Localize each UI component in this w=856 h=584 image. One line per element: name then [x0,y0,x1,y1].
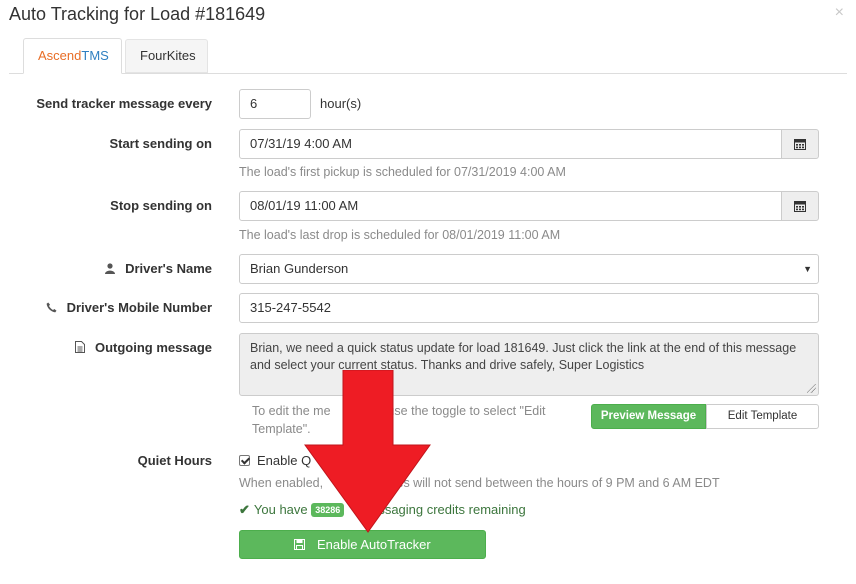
stop-date-input[interactable]: 08/01/19 11:00 AM [239,191,782,221]
start-date-input[interactable]: 07/31/19 4:00 AM [239,129,782,159]
tab-tms-text: TMS [81,48,109,63]
close-icon[interactable]: × [835,4,844,22]
document-icon [75,340,89,355]
quiet-hours-label: Quiet Hours [137,453,212,468]
tab-fourkites[interactable]: FourKites [125,39,208,73]
user-icon [105,261,119,276]
modal-title: Auto Tracking for Load #181649 [9,4,266,24]
tab-ascendtms[interactable]: AscendTMS [23,38,122,74]
tab-divider [9,73,847,74]
driver-phone-input[interactable]: 315-247-5542 [239,293,819,323]
credits-before: You have [253,502,308,517]
quiet-hours-checkbox[interactable] [239,455,250,466]
enable-autotracker-label: Enable AutoTracker [316,537,431,552]
enable-autotracker-button[interactable]: Enable AutoTracker [239,530,486,559]
outgoing-message-text: Brian, we need a quick status update for… [250,341,797,372]
quiet-hours-help: When enabled, ssages will not send betwee… [239,476,720,490]
start-label: Start sending on [109,136,212,151]
outgoing-help-before: To edit the me [252,404,331,418]
interval-label: Send tracker message every [36,96,212,111]
stop-help: The load's last drop is scheduled for 08… [239,228,561,242]
chevron-down-icon: ▼ [803,264,812,274]
preview-message-button[interactable]: Preview Message [591,404,706,429]
driver-phone-label-row: Driver's Mobile Number [0,300,212,315]
interval-input[interactable]: 6 [239,89,311,119]
quiet-hours-checkbox-label: Enable Q [257,453,312,468]
interval-unit: hour(s) [320,96,362,111]
driver-name-label-row: Driver's Name [0,261,212,276]
calendar-icon [794,201,806,212]
driver-name-value: Brian Gunderson [250,261,349,276]
quiet-help-after: ssages will not send between the hours o… [370,476,720,490]
save-icon [294,537,309,552]
outgoing-message-textarea[interactable]: Brian, we need a quick status update for… [239,333,819,396]
phone-icon [46,300,61,315]
calendar-icon [794,139,806,150]
stop-calendar-button[interactable] [781,191,819,221]
tab-ascend-text: Ascend [38,48,82,63]
check-icon: ✔ [239,502,250,517]
edit-template-button[interactable]: Edit Template [706,404,819,429]
start-help: The load's first pickup is scheduled for… [239,165,566,179]
quiet-help-before: When enabled, [239,476,324,490]
credits-line: ✔ You have 38286 ssaging credits remaining [239,502,526,518]
tab-bar: AscendTMS FourKites [0,38,856,74]
outgoing-label: Outgoing message [94,340,212,355]
credits-badge: 38286 [311,503,345,517]
resize-handle[interactable] [807,384,816,393]
credits-after: ssaging credits remaining [378,502,526,517]
driver-name-select[interactable]: Brian Gunderson ▼ [239,254,819,284]
driver-name-label: Driver's Name [125,261,212,276]
driver-phone-label: Driver's Mobile Number [66,300,212,315]
start-calendar-button[interactable] [781,129,819,159]
outgoing-help: To edit the me use the toggle to select … [252,402,582,438]
stop-label: Stop sending on [110,198,212,213]
outgoing-label-row: Outgoing message [0,340,212,355]
